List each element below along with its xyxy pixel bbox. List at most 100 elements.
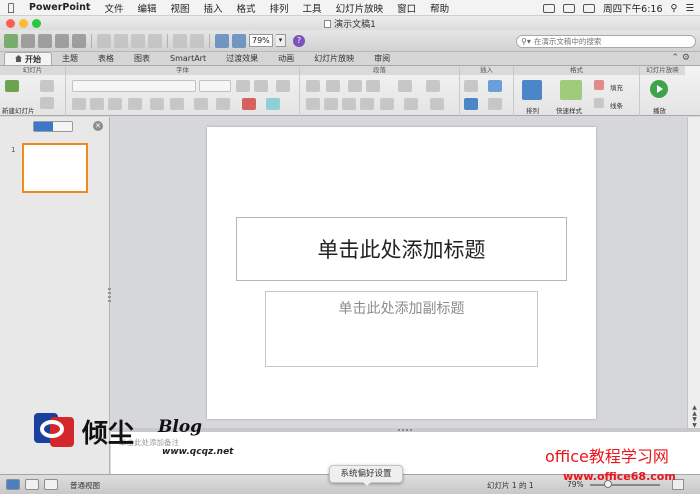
text-box-icon[interactable]: [464, 80, 478, 92]
play-icon[interactable]: [650, 80, 668, 98]
line-spacing-icon[interactable]: [398, 80, 412, 92]
fill-label[interactable]: 填充: [610, 82, 623, 92]
align-right-icon[interactable]: [342, 98, 356, 110]
template-gallery-icon[interactable]: [21, 33, 35, 48]
align-text-icon[interactable]: [404, 98, 418, 110]
strikethrough-icon[interactable]: [128, 98, 142, 110]
tab-charts[interactable]: 图表: [124, 52, 160, 65]
close-panel-icon[interactable]: ✕: [93, 121, 103, 131]
collapse-ribbon-icon[interactable]: ⌃ ⚙: [672, 53, 690, 63]
title-placeholder[interactable]: 单击此处添加标题: [236, 217, 567, 281]
menu-arrange[interactable]: 排列: [263, 1, 296, 15]
new-document-icon[interactable]: [4, 33, 18, 48]
tab-home[interactable]: 开始: [4, 52, 52, 65]
menu-window[interactable]: 窗口: [390, 1, 423, 15]
search-box[interactable]: ⚲▾: [516, 35, 696, 48]
align-left-icon[interactable]: [306, 98, 320, 110]
font-size-dropdown[interactable]: [199, 80, 231, 92]
input-source-icon[interactable]: [583, 3, 596, 13]
paste-icon[interactable]: [131, 33, 145, 48]
help-icon[interactable]: ?: [293, 34, 305, 47]
print-icon[interactable]: [72, 33, 86, 48]
shape-icon[interactable]: [464, 98, 478, 110]
cut-icon[interactable]: [97, 33, 111, 48]
line-icon[interactable]: [594, 98, 604, 108]
line-label[interactable]: 线条: [610, 100, 623, 110]
change-case-icon[interactable]: [194, 98, 208, 110]
quick-styles-label[interactable]: 快速样式: [556, 105, 582, 115]
slide-sorter-icon[interactable]: [215, 33, 229, 48]
play-label[interactable]: 播放: [653, 105, 666, 115]
menu-edit[interactable]: 编辑: [130, 1, 163, 15]
zoom-dropdown-icon[interactable]: ▾: [276, 34, 286, 47]
tab-animations[interactable]: 动画: [268, 52, 304, 65]
layout-icon[interactable]: [40, 80, 54, 92]
arrange-label[interactable]: 排列: [526, 105, 539, 115]
tab-transitions[interactable]: 过渡效果: [216, 52, 268, 65]
underline-icon[interactable]: [108, 98, 122, 110]
slide-canvas[interactable]: 单击此处添加标题 单击此处添加副标题: [207, 127, 596, 419]
menu-format[interactable]: 格式: [230, 1, 263, 15]
tab-themes[interactable]: 主题: [52, 52, 88, 65]
normal-view-button[interactable]: [6, 479, 20, 490]
justify-icon[interactable]: [360, 98, 374, 110]
presenter-icon[interactable]: [232, 33, 246, 48]
zoom-slider[interactable]: [590, 484, 660, 486]
open-icon[interactable]: [38, 33, 52, 48]
menu-tools[interactable]: 工具: [296, 1, 329, 15]
format-painter-icon[interactable]: [148, 33, 162, 48]
shrink-font-icon[interactable]: [254, 80, 268, 92]
search-input[interactable]: [533, 37, 674, 46]
quick-styles-icon[interactable]: [560, 80, 582, 100]
numbering-icon[interactable]: [326, 80, 340, 92]
copy-icon[interactable]: [114, 33, 128, 48]
media-icon[interactable]: [488, 98, 502, 110]
save-icon[interactable]: [55, 33, 69, 48]
menu-view[interactable]: 视图: [163, 1, 196, 15]
align-center-icon[interactable]: [324, 98, 338, 110]
menu-slideshow[interactable]: 幻灯片放映: [329, 1, 391, 15]
picture-icon[interactable]: [488, 80, 502, 92]
subscript-icon[interactable]: [170, 98, 184, 110]
bullets-icon[interactable]: [306, 80, 320, 92]
section-icon[interactable]: [40, 97, 54, 109]
decrease-indent-icon[interactable]: [348, 80, 362, 92]
text-direction-icon[interactable]: [380, 98, 394, 110]
spotlight-icon[interactable]: ⚲: [671, 3, 678, 14]
fill-icon[interactable]: [594, 80, 604, 90]
slideshow-view-button[interactable]: [44, 479, 58, 490]
grow-font-icon[interactable]: [236, 80, 250, 92]
redo-icon[interactable]: [190, 33, 204, 48]
app-menu[interactable]: PowerPoint: [22, 2, 97, 13]
undo-icon[interactable]: [173, 33, 187, 48]
apple-menu-icon[interactable]: : [0, 1, 22, 14]
clear-format-icon[interactable]: [276, 80, 290, 92]
menu-file[interactable]: 文件: [97, 1, 130, 15]
vertical-scrollbar[interactable]: ▲ ▲ ▼ ▼: [687, 117, 700, 429]
character-spacing-icon[interactable]: [216, 98, 230, 110]
menu-insert[interactable]: 插入: [197, 1, 230, 15]
font-family-dropdown[interactable]: [72, 80, 196, 92]
battery-icon[interactable]: [563, 3, 576, 13]
new-slide-icon[interactable]: [5, 80, 19, 92]
tab-review[interactable]: 审阅: [364, 52, 400, 65]
slide-sorter-view-button[interactable]: [25, 479, 39, 490]
columns-icon[interactable]: [426, 80, 440, 92]
italic-icon[interactable]: [90, 98, 104, 110]
convert-to-smartart-icon[interactable]: [430, 98, 444, 110]
slide-navigation-icon[interactable]: ▲ ▲ ▼ ▼: [690, 405, 699, 429]
highlight-icon[interactable]: [266, 98, 280, 110]
slides-view-icon[interactable]: [34, 122, 53, 131]
slide-thumbnail[interactable]: [22, 143, 88, 193]
tab-smartart[interactable]: SmartArt: [160, 52, 216, 65]
zoom-field[interactable]: 79%: [249, 34, 273, 47]
subtitle-placeholder[interactable]: 单击此处添加副标题: [265, 291, 538, 367]
bold-icon[interactable]: [72, 98, 86, 110]
tab-slideshow[interactable]: 幻灯片放映: [304, 52, 364, 65]
superscript-icon[interactable]: [150, 98, 164, 110]
menu-help[interactable]: 帮助: [423, 1, 456, 15]
new-slide-label[interactable]: 新建幻灯片: [2, 105, 35, 115]
notification-center-icon[interactable]: ☰: [685, 3, 694, 14]
clock[interactable]: 周四下午6:16: [603, 1, 662, 15]
arrange-icon[interactable]: [522, 80, 542, 100]
